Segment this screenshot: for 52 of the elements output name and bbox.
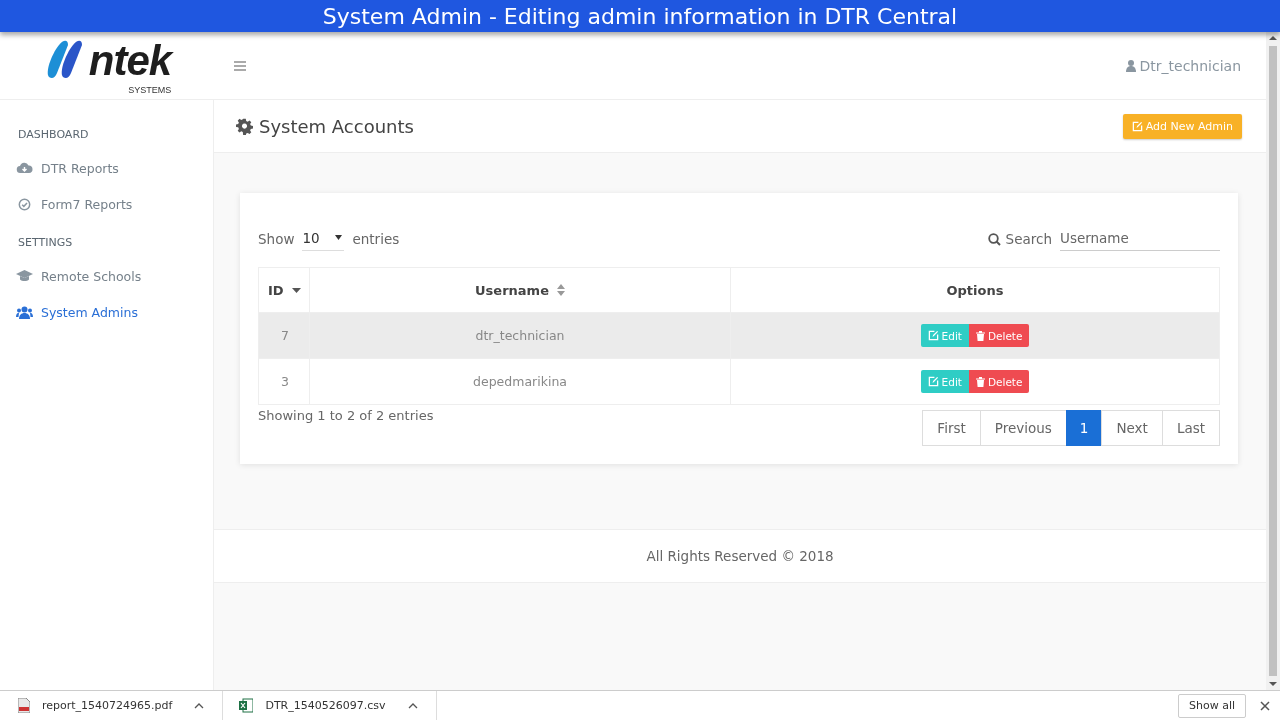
close-icon[interactable] <box>1260 700 1270 711</box>
table-cell: dtr_technician <box>309 312 731 359</box>
settings-icon <box>236 117 253 135</box>
delete-button[interactable]: Delete <box>968 370 1030 393</box>
pagination-button[interactable]: First <box>922 410 981 446</box>
trash-icon <box>975 376 985 387</box>
pdf-file-icon <box>18 698 30 713</box>
column-header[interactable]: Username <box>309 267 731 313</box>
table-cell: 7 <box>258 312 310 359</box>
sidebar-item[interactable]: Remote Schools <box>0 258 213 294</box>
delete-button[interactable]: Delete <box>968 324 1030 347</box>
sort-descending-icon <box>291 287 301 293</box>
download-item[interactable]: DTR_1540526097.csv <box>239 690 437 720</box>
table-cell: 3 <box>258 358 310 405</box>
page-size-select[interactable]: 10 <box>302 227 345 251</box>
table-info: Showing 1 to 2 of 2 entries <box>258 408 434 423</box>
show-label: Show <box>258 231 295 247</box>
edit-icon <box>927 330 939 341</box>
graduation-cap-icon <box>16 270 33 282</box>
entries-label: entries <box>352 231 400 247</box>
sidebar-item[interactable]: System Admins <box>0 294 213 330</box>
sort-icon <box>556 284 565 296</box>
copyright-text: All Rights Reserved © 2018 <box>646 548 834 564</box>
company-logo: ntek SYSTEMS <box>42 36 172 95</box>
section-heading: SETTINGS <box>18 236 74 251</box>
pagination-button[interactable]: Last <box>1161 410 1220 446</box>
download-item[interactable]: report_1540724965.pdf <box>18 690 224 720</box>
show-all-button[interactable]: Show all <box>1177 693 1246 718</box>
column-header[interactable]: ID <box>258 267 310 313</box>
cloud-download-icon <box>16 162 33 174</box>
user-menu[interactable]: Dtr_technician <box>1125 57 1241 74</box>
edit-icon <box>1131 120 1143 132</box>
chevron-up-icon[interactable] <box>407 702 418 709</box>
sidebar-item[interactable]: DTR Reports <box>0 150 213 186</box>
pagination-button[interactable]: Next <box>1101 410 1163 446</box>
column-header[interactable]: Options <box>730 267 1220 313</box>
video-title: System Admin - Editing admin information in DTR Central <box>322 3 958 29</box>
pagination-button[interactable]: Previous <box>979 410 1067 446</box>
spreadsheet-file-icon <box>239 698 254 713</box>
trash-icon <box>975 330 985 341</box>
user-icon <box>1125 59 1136 72</box>
users-icon <box>16 305 33 319</box>
search-label: Search <box>1005 231 1052 247</box>
search-icon <box>987 232 1001 246</box>
section-heading: DASHBOARD <box>18 128 90 143</box>
chevron-up-icon[interactable] <box>194 702 205 709</box>
table-cell: depedmarikina <box>309 358 731 405</box>
check-circle-icon <box>16 197 33 211</box>
edit-icon <box>927 376 939 387</box>
caret-icon <box>335 235 343 240</box>
page-title: System Accounts <box>259 115 414 137</box>
sidebar-item[interactable]: Form7 Reports <box>0 186 213 222</box>
